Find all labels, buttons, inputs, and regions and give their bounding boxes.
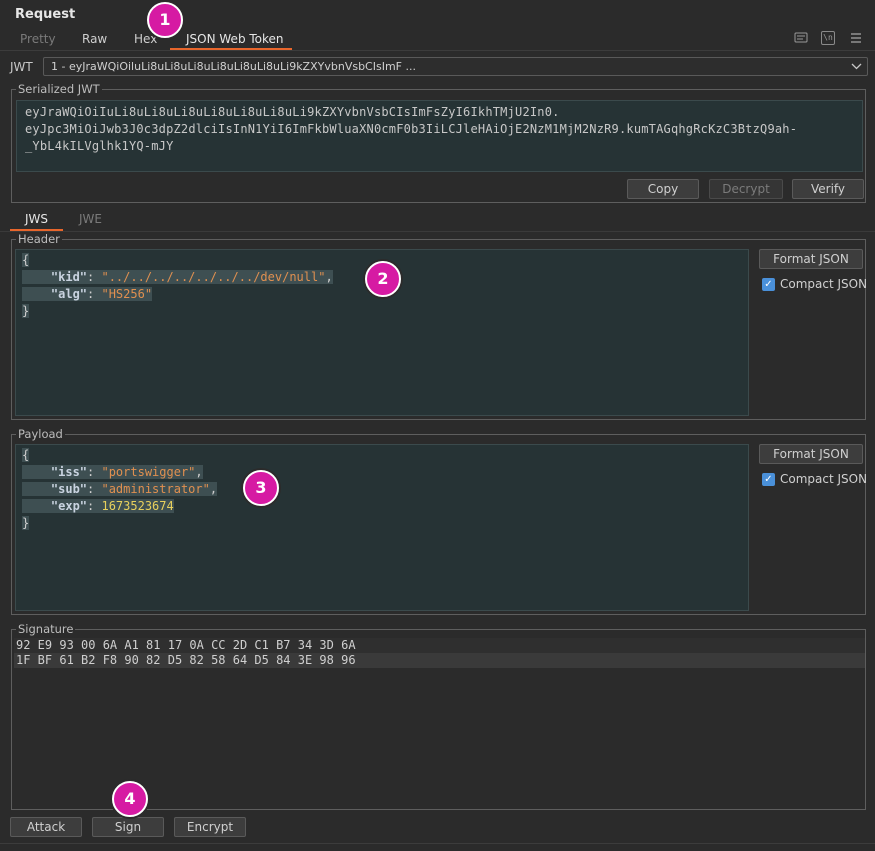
copy-button[interactable]: Copy xyxy=(627,179,699,199)
json-line: { xyxy=(22,448,30,462)
serialized-jwt-legend: Serialized JWT xyxy=(16,82,102,96)
annotation-badge-4: 4 xyxy=(112,781,148,817)
tab-jwe[interactable]: JWE xyxy=(79,212,102,226)
panel-title: Request xyxy=(15,7,76,22)
decrypt-button[interactable]: Decrypt xyxy=(709,179,783,199)
tab-raw[interactable]: Raw xyxy=(82,32,107,46)
encrypt-button[interactable]: Encrypt xyxy=(174,817,246,837)
serialized-jwt-textarea[interactable]: eyJraWQiOiIuLi8uLi8uLi8uLi8uLi8uLi8uLi9k… xyxy=(16,100,863,172)
annotation-badge-2: 2 xyxy=(365,261,401,297)
header-compact-json-label: Compact JSON xyxy=(780,277,868,291)
json-line: "exp": 1673523674 xyxy=(22,498,742,515)
jwt-select-value: 1 - eyJraWQiOiluLi8uLi8uLi8uLi8uLi8uLi8u… xyxy=(51,60,416,73)
signature-hex-editor[interactable]: 92 E9 93 00 6A A1 81 17 0A CC 2D C1 B7 3… xyxy=(14,638,865,807)
header-format-json-button[interactable]: Format JSON xyxy=(759,249,863,269)
tab-pretty[interactable]: Pretty xyxy=(20,32,56,46)
header-compact-json-checkbox[interactable]: ✓ Compact JSON xyxy=(762,277,867,291)
payload-legend: Payload xyxy=(16,427,65,441)
json-line: "sub": "administrator", xyxy=(22,481,742,498)
menu-icon[interactable] xyxy=(849,31,863,45)
hex-row: 92 E9 93 00 6A A1 81 17 0A CC 2D C1 B7 3… xyxy=(14,638,865,653)
annotation-badge-3: 3 xyxy=(243,470,279,506)
checkmark-icon: ✓ xyxy=(762,277,775,291)
jwt-line: _YbL4kILVglhk1YQ-mJY xyxy=(25,139,174,153)
verify-button[interactable]: Verify xyxy=(792,179,864,199)
jwt-line: eyJraWQiOiIuLi8uLi8uLi8uLi8uLi8uLi8uLi9k… xyxy=(25,105,560,119)
checkmark-icon: ✓ xyxy=(762,472,775,486)
payload-compact-json-label: Compact JSON xyxy=(780,472,868,486)
json-line: "iss": "portswigger", xyxy=(22,464,742,481)
hex-row: 1F BF 61 B2 F8 90 82 D5 82 58 64 D5 84 3… xyxy=(14,653,865,668)
signature-legend: Signature xyxy=(16,622,76,636)
jwt-select[interactable]: 1 - eyJraWQiOiluLi8uLi8uLi8uLi8uLi8uLi8u… xyxy=(43,57,868,76)
tabs-divider xyxy=(0,50,875,51)
payload-compact-json-checkbox[interactable]: ✓ Compact JSON xyxy=(762,472,867,486)
tab-json-web-token[interactable]: JSON Web Token xyxy=(186,32,284,46)
annotation-badge-1: 1 xyxy=(147,2,183,38)
attack-button[interactable]: Attack xyxy=(10,817,82,837)
sign-button[interactable]: Sign xyxy=(92,817,164,837)
message-icon[interactable] xyxy=(794,31,808,45)
jwt-line: eyJpc3MiOiJwb3J0c3dpZ2dlciIsInN1YiI6ImFk… xyxy=(25,122,798,136)
payload-editor[interactable]: { "iss": "portswigger", "sub": "administ… xyxy=(15,444,749,611)
bottom-divider xyxy=(0,843,875,844)
json-line: } xyxy=(22,304,30,318)
tab-jws[interactable]: JWS xyxy=(25,212,48,226)
subtabs-divider xyxy=(0,231,875,232)
newline-icon[interactable]: \n xyxy=(821,31,835,45)
jwt-label: JWT xyxy=(10,60,33,74)
payload-format-json-button[interactable]: Format JSON xyxy=(759,444,863,464)
json-line: } xyxy=(22,516,30,530)
header-legend: Header xyxy=(16,232,62,246)
chevron-down-icon xyxy=(851,58,862,75)
